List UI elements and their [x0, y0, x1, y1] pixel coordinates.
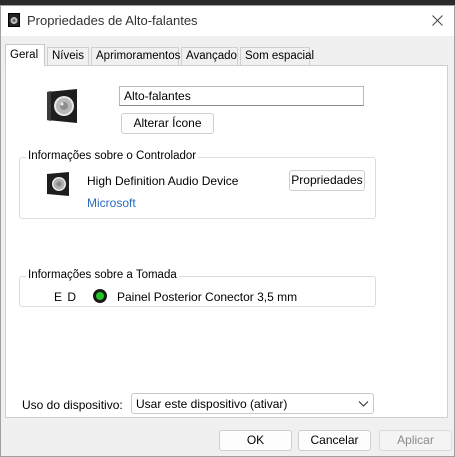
- tab-niveis[interactable]: Níveis: [47, 47, 89, 66]
- close-icon: [431, 14, 443, 26]
- tab-aprimoramentos[interactable]: Aprimoramentos: [91, 47, 180, 66]
- jack-connector-label: Painel Posterior Conector 3,5 mm: [117, 290, 298, 304]
- change-icon-button[interactable]: Alterar Ícone: [121, 113, 214, 134]
- window-title: Propriedades de Alto-falantes: [27, 13, 198, 28]
- jack-color-icon: [93, 289, 107, 303]
- cancel-button[interactable]: Cancelar: [298, 430, 371, 451]
- speaker-device-icon: [47, 89, 77, 123]
- controller-device-name: High Definition Audio Device: [87, 174, 239, 188]
- properties-dialog: Propriedades de Alto-falantes Geral Níve…: [0, 5, 455, 457]
- controller-group-title: Informações sobre o Controlador: [26, 150, 199, 162]
- tab-avancado[interactable]: Avançado: [181, 47, 238, 66]
- tab-som-espacial[interactable]: Som espacial: [240, 47, 314, 66]
- speaker-icon: [8, 13, 20, 27]
- chevron-down-icon: [358, 401, 369, 407]
- controller-vendor: Microsoft: [87, 196, 136, 210]
- jack-group-title: Informações sobre a Tomada: [26, 269, 179, 281]
- tab-geral[interactable]: Geral: [5, 44, 45, 66]
- jack-position-code: E D: [54, 290, 78, 304]
- tab-panel-geral: Alto-falantes Alterar Ícone Informações …: [5, 65, 448, 418]
- device-usage-select[interactable]: Usar este dispositivo (ativar): [131, 393, 374, 414]
- jack-info-group: Informações sobre a Tomada E D Painel Po…: [19, 269, 376, 307]
- device-usage-selected: Usar este dispositivo (ativar): [136, 397, 288, 411]
- device-usage-label: Uso do dispositivo:: [22, 398, 123, 412]
- apply-button[interactable]: Aplicar: [379, 430, 452, 451]
- properties-button[interactable]: Propriedades: [289, 170, 365, 191]
- title-bar: Propriedades de Alto-falantes: [1, 6, 454, 36]
- controller-info-group: Informações sobre o Controlador High Def…: [19, 150, 376, 219]
- close-button[interactable]: [422, 6, 452, 34]
- controller-speaker-icon: [47, 172, 69, 196]
- ok-button[interactable]: OK: [219, 430, 292, 451]
- device-name-input[interactable]: Alto-falantes: [119, 86, 364, 106]
